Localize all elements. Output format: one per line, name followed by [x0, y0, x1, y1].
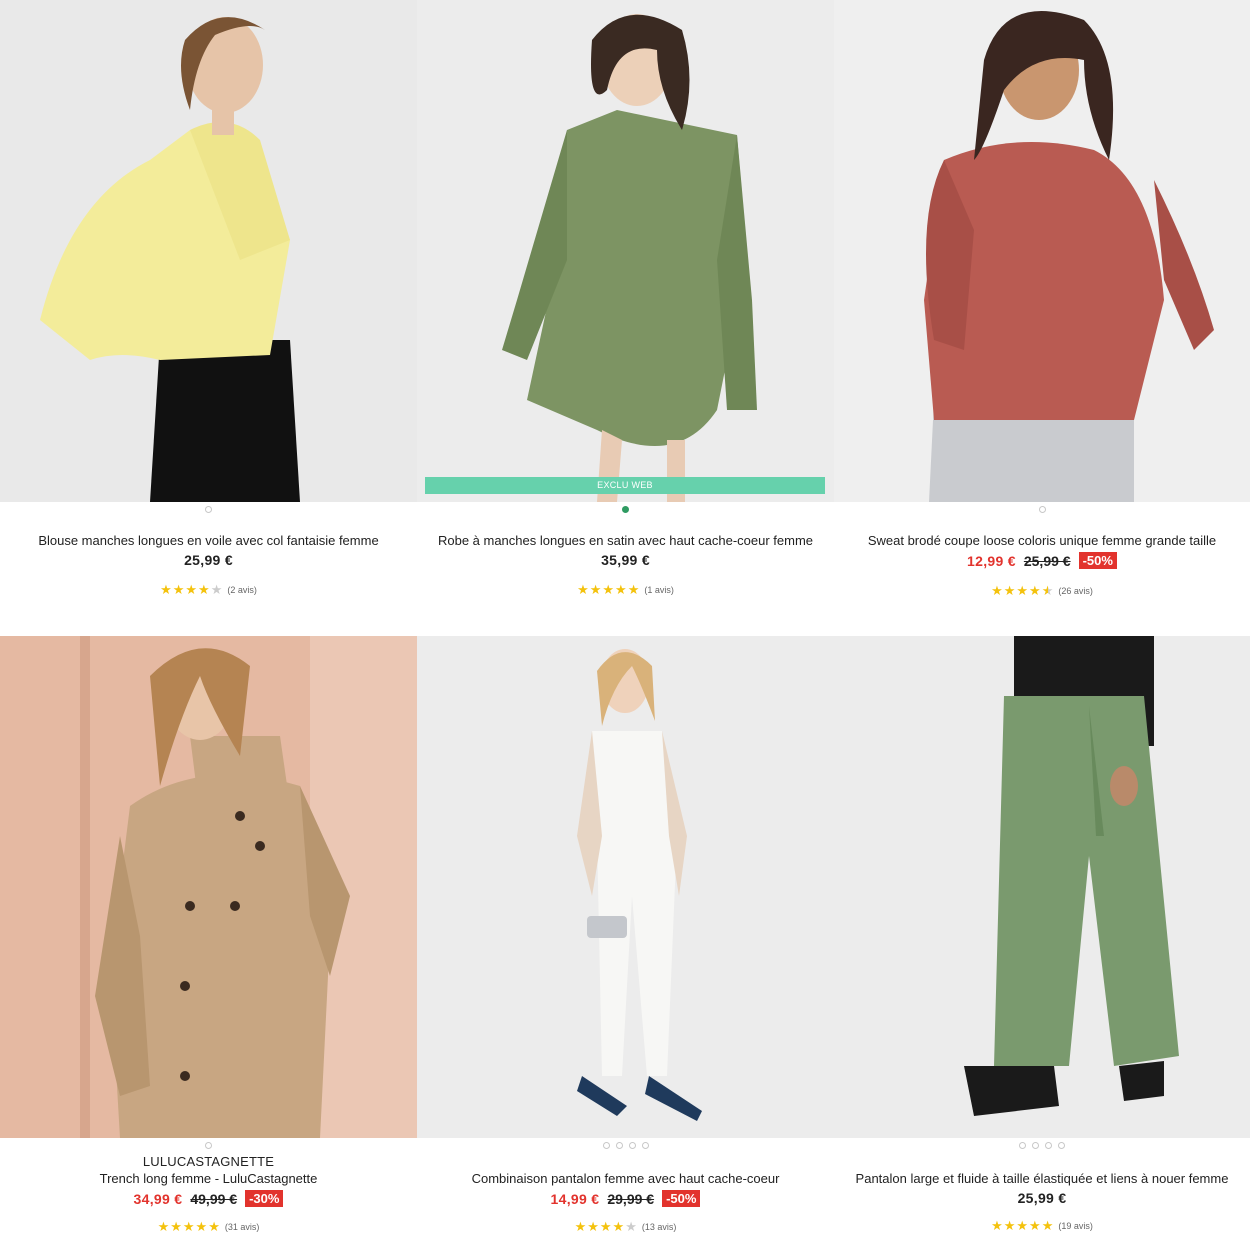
carousel-dot[interactable]: [1038, 506, 1046, 513]
price-row: 35,99 €: [417, 552, 834, 568]
product-title[interactable]: Blouse manches longues en voile avec col…: [0, 532, 417, 550]
rating: ★★★★★ (31 avis): [0, 1219, 417, 1235]
product-info: Sweat brodé coupe loose coloris unique f…: [834, 532, 1250, 599]
product-title[interactable]: Combinaison pantalon femme avec haut cac…: [417, 1170, 834, 1188]
carousel-dot[interactable]: [641, 1142, 649, 1149]
product-price: 25,99 €: [184, 552, 233, 568]
review-count[interactable]: (26 avis): [1058, 586, 1093, 596]
discount-badge: -50%: [1078, 552, 1117, 569]
carousel-dot[interactable]: [615, 1142, 623, 1149]
product-info: LULUCASTAGNETTE Trench long femme - Lulu…: [0, 1154, 417, 1235]
product-card-sweat[interactable]: Sweat brodé coupe loose coloris unique f…: [834, 0, 1250, 636]
product-title[interactable]: Sweat brodé coupe loose coloris unique f…: [834, 532, 1250, 550]
star-rating-icon: ★★★★★: [160, 582, 224, 597]
product-card-pantalon[interactable]: Pantalon large et fluide à taille élasti…: [834, 636, 1250, 1239]
star-rating-icon: ★★★★★: [574, 1219, 638, 1234]
carousel-dots[interactable]: [0, 506, 417, 514]
discount-badge: -30%: [245, 1190, 284, 1207]
carousel-dot[interactable]: [602, 1142, 610, 1149]
carousel-dot[interactable]: [1019, 1142, 1026, 1149]
product-card-combinaison[interactable]: Combinaison pantalon femme avec haut cac…: [417, 636, 834, 1239]
old-price: 25,99 €: [1023, 552, 1071, 569]
carousel-dot-active[interactable]: [622, 506, 629, 513]
star-rating-icon: ★★★★★: [577, 582, 641, 597]
product-brand[interactable]: LULUCASTAGNETTE: [0, 1154, 417, 1170]
rating: ★★★★★ (19 avis): [834, 1218, 1250, 1234]
old-price: 49,99 €: [190, 1190, 238, 1207]
price-row: 25,99 €: [834, 1190, 1250, 1206]
product-price: 25,99 €: [1017, 1190, 1067, 1206]
carousel-dot[interactable]: [205, 506, 212, 513]
product-info: Blouse manches longues en voile avec col…: [0, 532, 417, 598]
product-title[interactable]: Robe à manches longues en satin avec hau…: [417, 532, 834, 550]
review-count[interactable]: (1 avis): [644, 585, 674, 595]
product-image-robe[interactable]: EXCLU WEB: [417, 0, 834, 502]
product-info: Robe à manches longues en satin avec hau…: [417, 532, 834, 598]
rating: ★★★★★ (2 avis): [0, 582, 417, 598]
carousel-dot[interactable]: [1032, 1142, 1039, 1149]
review-count[interactable]: (2 avis): [227, 585, 257, 595]
rating: ★★★★★ (1 avis): [417, 582, 834, 598]
carousel-dot[interactable]: [1045, 1142, 1052, 1149]
rating: ★★★★★ (26 avis): [834, 583, 1250, 599]
rating: ★★★★★ (13 avis): [417, 1219, 834, 1235]
price-row: 12,99 € 25,99 € -50%: [834, 552, 1250, 569]
product-title[interactable]: Pantalon large et fluide à taille élasti…: [834, 1170, 1250, 1188]
star-rating-icon: ★★★★★: [991, 1218, 1055, 1233]
sale-price: 14,99 €: [550, 1190, 600, 1207]
product-card-blouse[interactable]: Blouse manches longues en voile avec col…: [0, 0, 417, 636]
old-price: 29,99 €: [607, 1190, 655, 1207]
star-rating-icon: ★★★★★: [157, 1219, 221, 1234]
product-card-trench[interactable]: LULUCASTAGNETTE Trench long femme - Lulu…: [0, 636, 417, 1239]
carousel-dots[interactable]: [834, 506, 1250, 514]
product-info: Combinaison pantalon femme avec haut cac…: [417, 1154, 834, 1235]
carousel-dots[interactable]: [834, 1142, 1250, 1150]
sale-price: 34,99 €: [133, 1190, 183, 1207]
product-image-sweat[interactable]: [834, 0, 1250, 502]
carousel-dot[interactable]: [628, 1142, 636, 1149]
sale-price: 12,99 €: [967, 552, 1016, 569]
star-rating-icon: ★★★★★: [991, 583, 1055, 598]
carousel-dots[interactable]: [0, 1142, 417, 1150]
carousel-dots[interactable]: [417, 1142, 834, 1150]
carousel-dot[interactable]: [1058, 1142, 1065, 1149]
price-row: 34,99 € 49,99 € -30%: [0, 1190, 417, 1207]
product-title[interactable]: Trench long femme - LuluCastagnette: [0, 1170, 417, 1188]
carousel-dot[interactable]: [205, 1142, 212, 1149]
product-card-robe[interactable]: EXCLU WEB Robe à manches longues en sati…: [417, 0, 834, 636]
product-image-trench[interactable]: [0, 636, 417, 1138]
review-count[interactable]: (13 avis): [642, 1222, 677, 1232]
product-image-combinaison[interactable]: [417, 636, 834, 1138]
exclu-web-badge: EXCLU WEB: [425, 477, 825, 494]
product-image-blouse[interactable]: [0, 0, 417, 502]
product-info: Pantalon large et fluide à taille élasti…: [834, 1154, 1250, 1234]
price-row: 25,99 €: [0, 552, 417, 568]
carousel-dots[interactable]: [417, 506, 834, 514]
discount-badge: -50%: [662, 1190, 701, 1207]
product-price: 35,99 €: [601, 552, 650, 568]
price-row: 14,99 € 29,99 € -50%: [417, 1190, 834, 1207]
review-count[interactable]: (31 avis): [225, 1222, 260, 1232]
review-count[interactable]: (19 avis): [1058, 1221, 1093, 1231]
product-grid: Blouse manches longues en voile avec col…: [0, 0, 1250, 1239]
product-image-pantalon[interactable]: [834, 636, 1250, 1138]
